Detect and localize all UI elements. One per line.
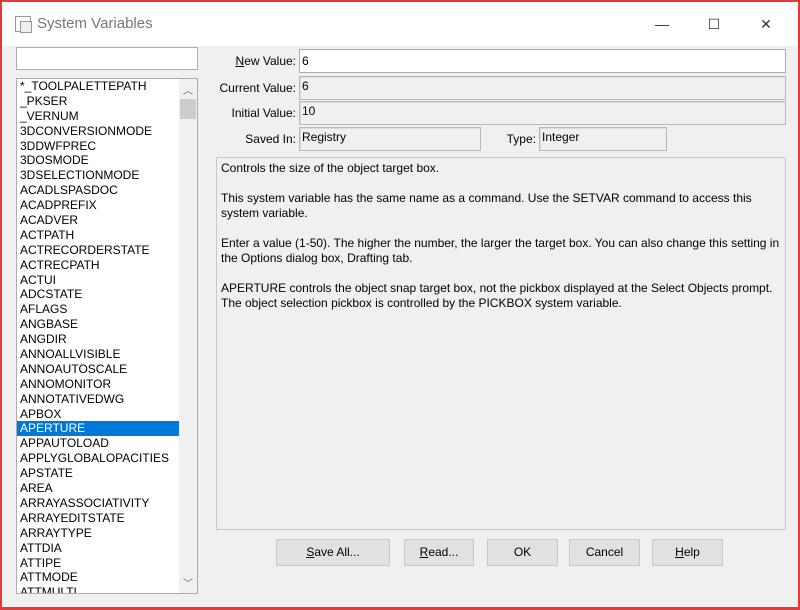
initial-value-label: Initial Value: bbox=[231, 106, 296, 120]
list-item[interactable]: ACADLSPASDOC bbox=[17, 183, 179, 198]
list-item[interactable]: ATTMODE bbox=[17, 570, 179, 585]
scroll-thumb[interactable] bbox=[180, 99, 196, 119]
list-item[interactable]: ANNOMONITOR bbox=[17, 377, 179, 392]
read-button[interactable]: Read... bbox=[404, 539, 474, 566]
description-paragraph: This system variable has the same name a… bbox=[221, 191, 752, 220]
scroll-down-icon[interactable]: ﹀ bbox=[179, 575, 197, 590]
list-item[interactable]: _PKSER bbox=[17, 94, 179, 109]
description-paragraph: APERTURE controls the object snap target… bbox=[221, 281, 773, 310]
ok-button[interactable]: OK bbox=[487, 539, 558, 566]
list-item[interactable]: ADCSTATE bbox=[17, 287, 179, 302]
list-item[interactable]: APPLYGLOBALOPACITIES bbox=[17, 451, 179, 466]
list-item[interactable]: ANGDIR bbox=[17, 332, 179, 347]
list-item[interactable]: ANGBASE bbox=[17, 317, 179, 332]
list-item[interactable]: AREA bbox=[17, 481, 179, 496]
initial-value-field: 10 bbox=[299, 101, 786, 125]
search-input[interactable] bbox=[16, 47, 198, 70]
type-field: Integer bbox=[539, 127, 667, 151]
variable-list[interactable]: *_TOOLPALETTEPATH _PKSER _VERNUM 3DCONVERSI… bbox=[16, 78, 198, 594]
system-variables-dialog: System Variables — ☐ ✕ *_TOOLPALETTEPATH… bbox=[0, 0, 800, 610]
list-item[interactable]: ATTMULTI bbox=[17, 585, 179, 593]
saved-in-label: Saved In: bbox=[245, 132, 296, 146]
list-item[interactable]: *_TOOLPALETTEPATH bbox=[17, 79, 179, 94]
list-item[interactable]: ATTIPE bbox=[17, 556, 179, 571]
close-button[interactable]: ✕ bbox=[746, 10, 786, 38]
description-paragraph: Controls the size of the object target b… bbox=[221, 161, 440, 175]
title-bar: System Variables — ☐ ✕ bbox=[2, 2, 798, 46]
list-item[interactable]: ACADPREFIX bbox=[17, 198, 179, 213]
list-item[interactable]: APPAUTOLOAD bbox=[17, 436, 179, 451]
list-item[interactable]: ACTPATH bbox=[17, 228, 179, 243]
help-button[interactable]: Help bbox=[652, 539, 723, 566]
scroll-up-icon[interactable]: ︿ bbox=[179, 82, 197, 97]
list-item[interactable]: ACTUI bbox=[17, 273, 179, 288]
list-item[interactable]: APSTATE bbox=[17, 466, 179, 481]
list-item[interactable]: ATTDIA bbox=[17, 541, 179, 556]
list-item[interactable]: AFLAGS bbox=[17, 302, 179, 317]
list-item[interactable]: 3DSELECTIONMODE bbox=[17, 168, 179, 183]
list-item[interactable]: ANNOTATIVEDWG bbox=[17, 392, 179, 407]
list-item[interactable]: ARRAYEDITSTATE bbox=[17, 511, 179, 526]
description-panel: Controls the size of the object target b… bbox=[216, 157, 786, 530]
list-item[interactable]: ANNOALLVISIBLE bbox=[17, 347, 179, 362]
new-value-label: New Value: bbox=[235, 54, 296, 68]
list-item[interactable]: ACADVER bbox=[17, 213, 179, 228]
save-all-button[interactable]: Save All... bbox=[276, 539, 390, 566]
cancel-button[interactable]: Cancel bbox=[569, 539, 640, 566]
list-item[interactable]: 3DCONVERSIONMODE bbox=[17, 124, 179, 139]
list-item[interactable]: ANNOAUTOSCALE bbox=[17, 362, 179, 377]
minimize-button[interactable]: — bbox=[642, 10, 682, 38]
app-icon bbox=[15, 16, 32, 33]
new-value-input[interactable] bbox=[299, 49, 786, 73]
current-value-field: 6 bbox=[299, 76, 786, 100]
list-item[interactable]: ACTRECORDERSTATE bbox=[17, 243, 179, 258]
description-paragraph: Enter a value (1-50). The higher the num… bbox=[221, 236, 780, 265]
maximize-button[interactable]: ☐ bbox=[694, 10, 734, 38]
list-item[interactable]: APERTURE bbox=[17, 421, 179, 437]
list-item[interactable]: 3DDWFPREC bbox=[17, 139, 179, 154]
window-title: System Variables bbox=[37, 15, 153, 32]
list-item[interactable]: ACTRECPATH bbox=[17, 258, 179, 273]
list-item[interactable]: APBOX bbox=[17, 407, 179, 422]
list-item[interactable]: ARRAYASSOCIATIVITY bbox=[17, 496, 179, 511]
list-item[interactable]: 3DOSMODE bbox=[17, 153, 179, 168]
list-item[interactable]: _VERNUM bbox=[17, 109, 179, 124]
type-label: Type: bbox=[506, 132, 536, 146]
list-scrollbar[interactable]: ︿ ﹀ bbox=[179, 79, 197, 593]
current-value-label: Current Value: bbox=[219, 81, 296, 95]
list-item[interactable]: ARRAYTYPE bbox=[17, 526, 179, 541]
